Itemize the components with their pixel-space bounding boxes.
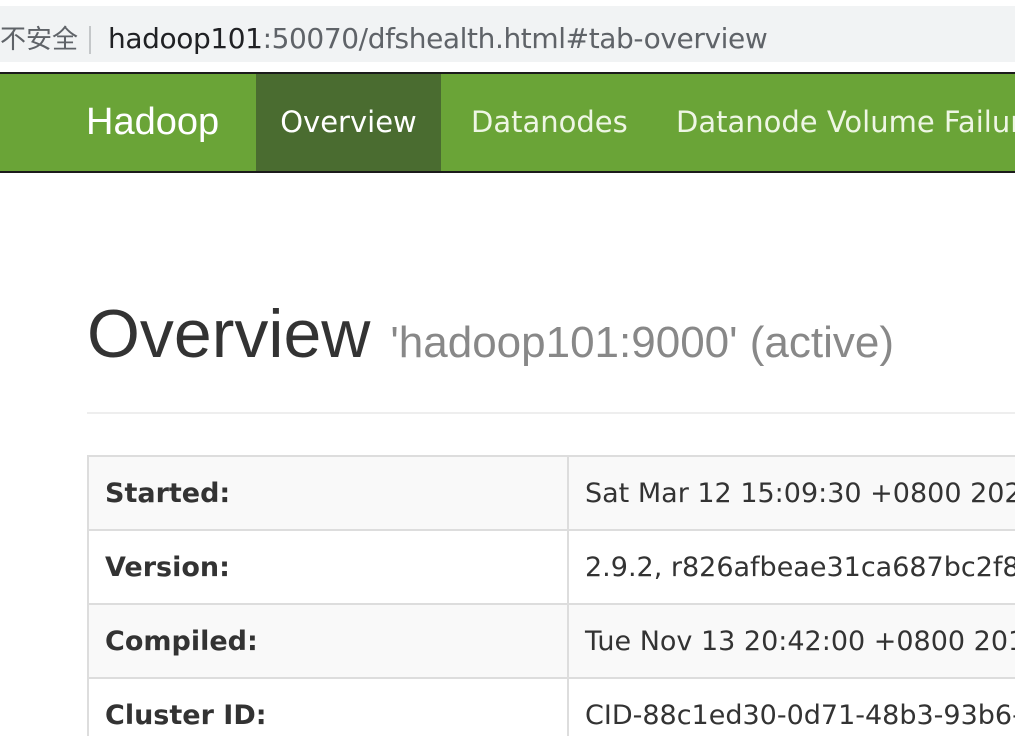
brand-logo[interactable]: Hadoop	[86, 74, 219, 171]
top-navbar: Hadoop Overview Datanodes Datanode Volum…	[0, 72, 1015, 173]
browser-address-bar: 不安全 hadoop101:50070/dfshealth.html#tab-o…	[0, 0, 1015, 72]
namenode-subtitle: 'hadoop101:9000' (active)	[390, 318, 895, 367]
table-row: Version: 2.9.2, r826afbeae31ca687bc2f84	[87, 529, 1015, 605]
nav-tab-datanodes[interactable]: Datanodes	[471, 74, 628, 171]
nav-tab-datanode-volume-failures[interactable]: Datanode Volume Failures	[676, 74, 1015, 171]
row-key-version: Version:	[87, 529, 569, 605]
address-divider	[89, 26, 91, 54]
row-value-cluster-id: CID-88c1ed30-0d71-48b3-93b6-	[567, 677, 1015, 736]
overview-table: Started: Sat Mar 12 15:09:30 +0800 2022 …	[87, 455, 1015, 736]
page-title: Overview	[87, 296, 371, 372]
page-header: Overview 'hadoop101:9000' (active)	[87, 294, 894, 383]
row-value-version: 2.9.2, r826afbeae31ca687bc2f84	[567, 529, 1015, 605]
row-key-cluster-id: Cluster ID:	[87, 677, 569, 736]
row-key-compiled: Compiled:	[87, 603, 569, 679]
row-value-started: Sat Mar 12 15:09:30 +0800 2022	[567, 455, 1015, 531]
header-divider	[87, 412, 1015, 414]
url-field[interactable]: 不安全 hadoop101:50070/dfshealth.html#tab-o…	[0, 6, 1015, 62]
table-row: Cluster ID: CID-88c1ed30-0d71-48b3-93b6-	[87, 677, 1015, 736]
url-text[interactable]: hadoop101:50070/dfshealth.html#tab-overv…	[108, 21, 768, 57]
row-key-started: Started:	[87, 455, 569, 531]
table-row: Started: Sat Mar 12 15:09:30 +0800 2022	[87, 455, 1015, 531]
url-path: :50070/dfshealth.html#tab-overview	[262, 22, 768, 55]
security-indicator[interactable]: 不安全	[0, 24, 78, 56]
row-value-compiled: Tue Nov 13 20:42:00 +0800 2018	[567, 603, 1015, 679]
table-row: Compiled: Tue Nov 13 20:42:00 +0800 2018	[87, 603, 1015, 679]
url-host: hadoop101	[108, 22, 263, 55]
nav-tab-overview[interactable]: Overview	[256, 74, 441, 171]
